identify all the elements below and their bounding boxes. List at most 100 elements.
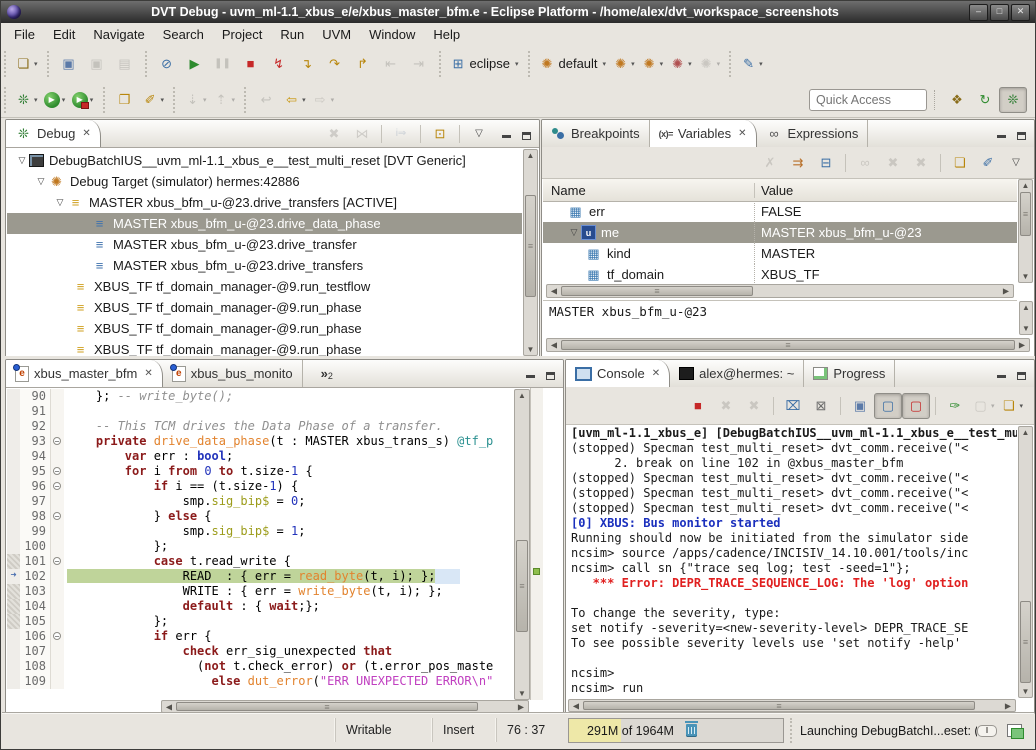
- garbage-collect-icon[interactable]: [686, 724, 697, 737]
- debug-tree-item[interactable]: ▽DebugBatchIUS__uvm_ml-1.1_xbus_e__test_…: [7, 150, 522, 171]
- scroll-up-icon[interactable]: ▲: [524, 151, 537, 160]
- fold-marker-icon[interactable]: −: [51, 554, 64, 569]
- variable-row[interactable]: ▦tf_domainXBUS_TF: [543, 264, 1017, 283]
- variables-table[interactable]: ▦errFALSE▽umeMASTER xbus_bfm_u-@23▦kindM…: [543, 201, 1017, 283]
- eclipse-config-button[interactable]: ⊞eclipse▾: [447, 51, 522, 77]
- chevron-down-icon[interactable]: ▾: [759, 60, 763, 68]
- skip-breakpoints-button[interactable]: ⊘: [153, 51, 181, 77]
- console-horizontal-scrollbar[interactable]: ◀ ▶ ≡: [568, 699, 1016, 712]
- chevron-down-icon[interactable]: ▾: [34, 96, 38, 104]
- debug-button[interactable]: ❊▾: [12, 87, 41, 113]
- code-line[interactable]: 93− private drive_data_phase(t : MASTER …: [7, 434, 514, 449]
- save-button[interactable]: ▣: [55, 51, 83, 77]
- view-tab-breakpoints[interactable]: Breakpoints: [542, 120, 650, 147]
- clear-console-button[interactable]: ⌧: [779, 393, 807, 419]
- chevron-down-icon[interactable]: ▾: [331, 96, 335, 104]
- resume-button[interactable]: ▶: [181, 51, 209, 77]
- close-icon[interactable]: ✕: [82, 128, 90, 139]
- terminate-console-button[interactable]: ■: [684, 393, 712, 419]
- code-line[interactable]: 103 WRITE : { err = write_byte(t, i); };: [7, 584, 514, 599]
- chevron-down-icon[interactable]: ▾: [34, 60, 38, 68]
- open-resource-button[interactable]: ❐: [111, 87, 139, 113]
- chevron-down-icon[interactable]: ▾: [161, 96, 165, 104]
- view-tab-console[interactable]: Console✕: [566, 360, 670, 387]
- view-layout-button[interactable]: ⊡: [426, 121, 454, 147]
- run-coverage-button[interactable]: ▶▾: [69, 87, 97, 113]
- code-line[interactable]: 109 else dut_error("ERR UNEXPECTED ERROR…: [7, 674, 514, 689]
- launch-config-c-button[interactable]: ✺▾: [666, 51, 695, 77]
- scrollbar-thumb[interactable]: ≡: [561, 286, 753, 296]
- scroll-left-icon[interactable]: ◀: [163, 702, 175, 711]
- expander-icon[interactable]: ▽: [15, 155, 29, 166]
- debug-line-marker[interactable]: [533, 568, 540, 575]
- link-editor-button[interactable]: ✐: [974, 150, 1002, 176]
- progress-indicator-icon[interactable]: [977, 725, 997, 737]
- view-tab-alex-hermes-[interactable]: alex@hermes: ~: [670, 360, 804, 387]
- menu-file[interactable]: File: [5, 25, 44, 44]
- fold-marker-icon[interactable]: −: [51, 629, 64, 644]
- scroll-right-icon[interactable]: ▶: [1002, 701, 1014, 710]
- scrollbar-thumb[interactable]: ≡: [561, 340, 1015, 350]
- console-vertical-scrollbar[interactable]: ▲ ▼ ≡: [1018, 426, 1033, 698]
- scrollbar-thumb[interactable]: ≡: [1020, 192, 1031, 236]
- console-output[interactable]: [uvm_ml-1.1_xbus_e] [DebugBatchIUS__uvm_…: [567, 426, 1017, 698]
- back-button[interactable]: ⇦▾: [280, 87, 309, 113]
- chevron-down-icon[interactable]: ▾: [603, 60, 607, 68]
- view-tab-expressions[interactable]: ∞Expressions: [757, 120, 869, 147]
- code-line[interactable]: 96− if i == (t.size-1) {: [7, 479, 514, 494]
- quick-access-input[interactable]: [809, 89, 927, 111]
- debug-tree-item[interactable]: ▽✺Debug Target (simulator) hermes:42886: [7, 171, 522, 192]
- maximize-view-button[interactable]: [519, 127, 533, 140]
- code-line[interactable]: 101− case t.read_write {: [7, 554, 514, 569]
- tab-debug[interactable]: ❊ Debug ✕: [6, 120, 101, 147]
- scroll-right-icon[interactable]: ▶: [515, 702, 527, 711]
- pin-console-button[interactable]: ✑: [941, 393, 969, 419]
- show-progress-view-icon[interactable]: [1007, 724, 1022, 737]
- chevron-down-icon[interactable]: ▾: [660, 60, 664, 68]
- scrollbar-thumb[interactable]: ≡: [583, 701, 975, 710]
- progress-status[interactable]: Launching DebugBatchI...eset: (57%): [790, 718, 1028, 743]
- open-console-button[interactable]: ❏▾: [997, 393, 1026, 419]
- debug-tree[interactable]: ▽DebugBatchIUS__uvm_ml-1.1_xbus_e__test_…: [7, 150, 522, 356]
- expander-icon[interactable]: ▽: [34, 176, 48, 187]
- launch-config-a-button[interactable]: ✺▾: [609, 51, 638, 77]
- scroll-lock-button[interactable]: ⊠: [807, 393, 835, 419]
- variable-row[interactable]: ▽umeMASTER xbus_bfm_u-@23: [543, 222, 1017, 243]
- restart-button[interactable]: ↯: [265, 51, 293, 77]
- scrollbar-thumb[interactable]: ≡: [176, 702, 478, 711]
- debug-tree-item[interactable]: ≡XBUS_TF tf_domain_manager-@9.run_phase: [7, 297, 522, 318]
- scroll-left-icon[interactable]: ◀: [548, 287, 560, 296]
- debug-tree-item[interactable]: ≡MASTER xbus_bfm_u-@23.drive_data_phase: [7, 213, 522, 234]
- maximize-view-button[interactable]: [1014, 127, 1028, 140]
- open-perspective-button[interactable]: ❖: [943, 87, 971, 113]
- code-line[interactable]: ➜102 READ : { err = read_byte(t, i); };: [7, 569, 514, 584]
- terminate-button[interactable]: ■: [237, 51, 265, 77]
- variable-detail-pane[interactable]: MASTER xbus_bfm_u-@23: [543, 300, 1017, 336]
- debug-tree-item[interactable]: ≡XBUS_TF tf_domain_manager-@9.run_testfl…: [7, 276, 522, 297]
- chevron-down-icon[interactable]: ▾: [717, 60, 721, 68]
- close-button[interactable]: ✕: [1011, 4, 1030, 21]
- minimize-view-button[interactable]: [499, 127, 513, 140]
- chevron-down-icon[interactable]: ▾: [1019, 402, 1023, 410]
- scroll-right-icon[interactable]: ▶: [1016, 341, 1028, 350]
- code-editor[interactable]: 90 }; -- write_byte();9192 -- This TCM d…: [7, 389, 514, 700]
- chevron-down-icon[interactable]: ▾: [90, 96, 94, 104]
- dvt-debug-perspective-button[interactable]: ❊: [999, 87, 1027, 113]
- chevron-down-icon[interactable]: ▾: [688, 60, 692, 68]
- code-line[interactable]: 100 };: [7, 539, 514, 554]
- fold-marker-icon[interactable]: −: [51, 479, 64, 494]
- show-logical-structure-button[interactable]: ⇉: [784, 150, 812, 176]
- chevron-down-icon[interactable]: ▾: [203, 96, 207, 104]
- launch-config-b-button[interactable]: ✺▾: [638, 51, 667, 77]
- chevron-down-icon[interactable]: ▾: [232, 96, 236, 104]
- chevron-down-icon[interactable]: ▾: [302, 96, 306, 104]
- code-line[interactable]: 104 default : { wait;};: [7, 599, 514, 614]
- open-new-view-button[interactable]: ❏: [946, 150, 974, 176]
- step-return-button[interactable]: ↱: [349, 51, 377, 77]
- scroll-left-icon[interactable]: ◀: [548, 341, 560, 350]
- scroll-right-icon[interactable]: ▶: [1000, 287, 1012, 296]
- code-line[interactable]: 106− if err {: [7, 629, 514, 644]
- editor-tab-overflow[interactable]: » 2: [321, 360, 333, 387]
- dvt-trace-button[interactable]: ✎▾: [737, 51, 766, 77]
- chevron-down-icon[interactable]: ▾: [991, 402, 995, 410]
